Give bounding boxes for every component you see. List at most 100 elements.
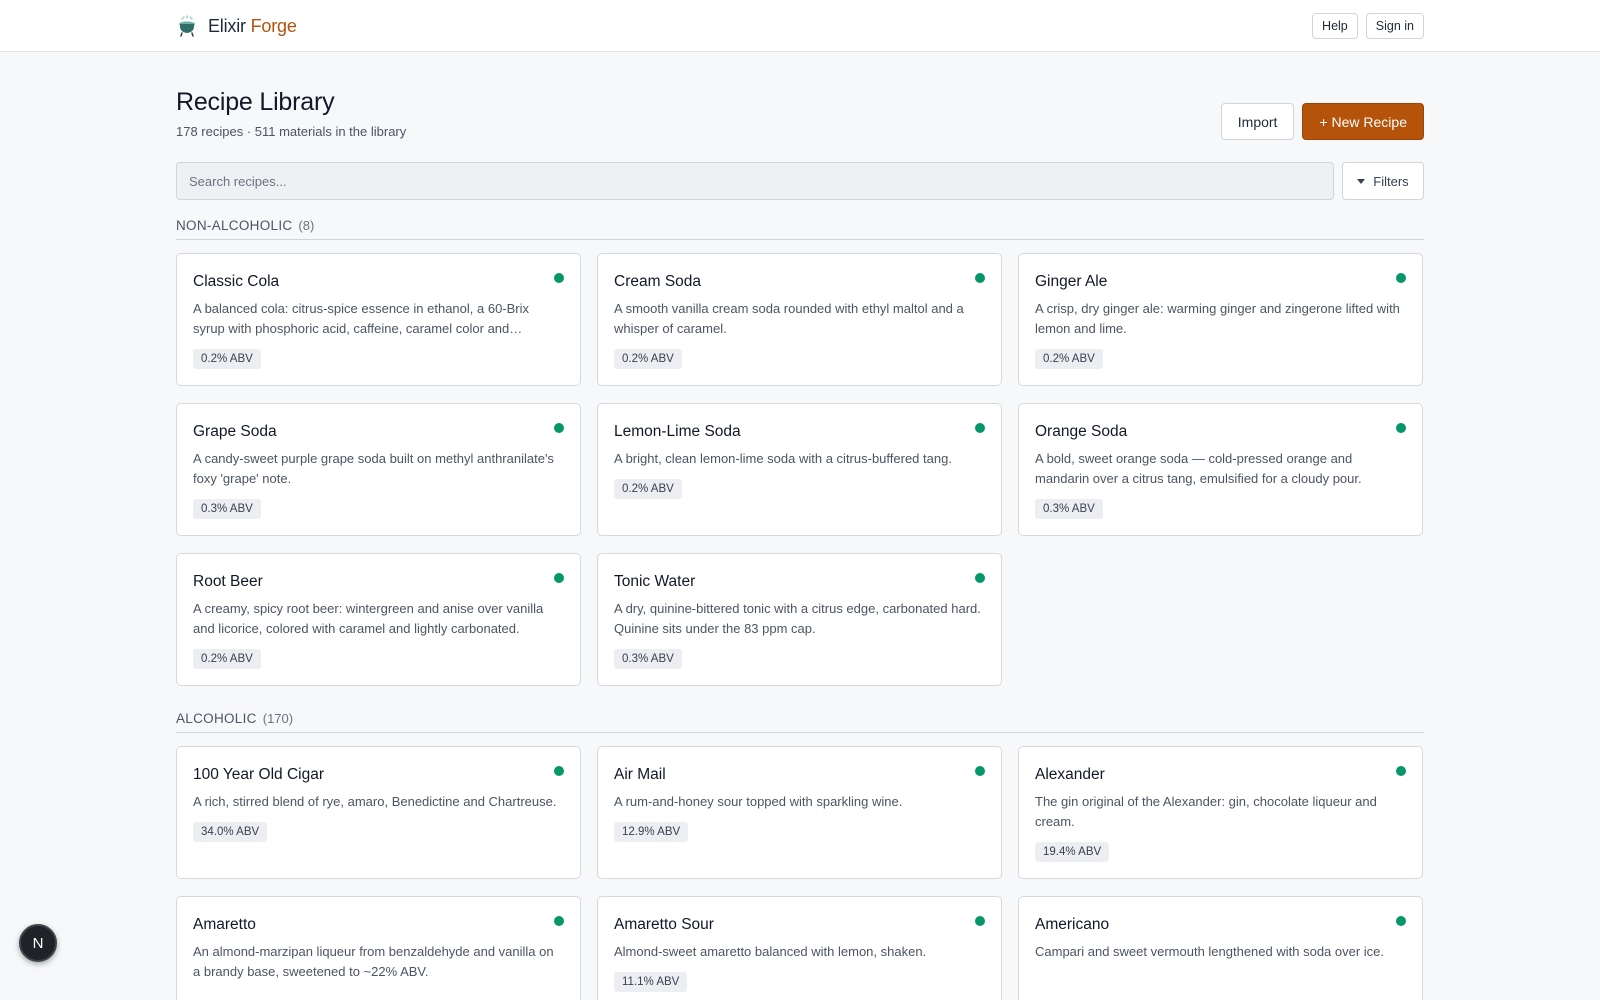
abv-badge: 0.2% ABV: [1035, 349, 1103, 369]
recipe-grid: 100 Year Old Cigar A rich, stirred blend …: [176, 746, 1424, 1000]
recipe-description: An almond-marzipan liqueur from benzalde…: [193, 944, 554, 979]
header-actions: Import + New Recipe: [1220, 103, 1424, 140]
page-subtitle: 178 recipes · 511 materials in the libra…: [176, 124, 407, 139]
recipe-card[interactable]: Americano Campari and sweet vermouth leng…: [1018, 896, 1423, 1000]
recipe-name: Classic Cola: [193, 273, 280, 290]
abv-badge: 0.2% ABV: [193, 349, 261, 369]
recipe-description: A smooth vanilla cream soda rounded with…: [614, 301, 964, 336]
brand-name-primary: Elixir: [208, 15, 246, 36]
recipe-card[interactable]: Air Mail A rum-and-honey sour topped with…: [597, 746, 1002, 879]
abv-badge: 19.4% ABV: [1035, 842, 1110, 862]
status-dot-icon: [975, 766, 985, 776]
recipe-name: Orange Soda: [1035, 423, 1128, 440]
status-dot-icon: [975, 423, 985, 433]
recipe-name: Tonic Water: [614, 573, 696, 590]
main-content: Recipe Library 178 recipes · 511 materia…: [176, 52, 1424, 1000]
section-alcoholic: ALCOHOLIC (170) 100 Year Old Cigar A rich…: [176, 711, 1424, 1000]
import-button[interactable]: Import: [1220, 103, 1295, 140]
recipe-name: Americano: [1035, 916, 1110, 933]
recipe-description: A crisp, dry ginger ale: warming ginger …: [1035, 301, 1400, 336]
recipe-description: A creamy, spicy root beer: wintergreen a…: [193, 601, 544, 636]
status-dot-icon: [975, 573, 985, 583]
recipe-name: 100 Year Old Cigar: [193, 766, 324, 783]
recipe-description: A balanced cola: citrus-spice essence in…: [193, 301, 530, 336]
recipe-name: Cream Soda: [614, 273, 702, 290]
status-dot-icon: [975, 916, 985, 926]
recipe-name: Alexander: [1035, 766, 1105, 783]
section-non-alcoholic: NON-ALCOHOLIC (8) Classic Cola A balanced…: [176, 218, 1424, 686]
recipe-grid: Classic Cola A balanced cola: citrus-spic…: [176, 253, 1424, 686]
recipe-card[interactable]: Amaretto Sour Almond-sweet amaretto balan…: [597, 896, 1002, 1000]
recipe-description: A dry, quinine-bittered tonic with a cit…: [614, 601, 981, 636]
search-input[interactable]: [176, 162, 1334, 200]
abv-badge: 11.1% ABV: [614, 972, 688, 992]
status-dot-icon: [1396, 916, 1406, 926]
status-dot-icon: [554, 573, 564, 583]
filters-button[interactable]: Filters: [1342, 162, 1424, 200]
recipe-card[interactable]: 100 Year Old Cigar A rich, stirred blend …: [176, 746, 581, 879]
recipe-description: A rich, stirred blend of rye, amaro, Ben…: [193, 794, 557, 809]
new-recipe-button[interactable]: + New Recipe: [1302, 103, 1424, 140]
abv-badge: 34.0% ABV: [193, 822, 268, 842]
recipe-name: Amaretto: [193, 916, 256, 933]
help-button[interactable]: Help: [1312, 13, 1358, 39]
recipe-card[interactable]: Root Beer A creamy, spicy root beer: wint…: [176, 553, 581, 686]
top-actions: Help Sign in: [1312, 13, 1424, 39]
page-title: Recipe Library: [176, 88, 335, 116]
brand-name-accent: Forge: [250, 15, 297, 36]
recipe-description: The gin original of the Alexander: gin, …: [1035, 794, 1377, 829]
abv-badge: 0.3% ABV: [193, 499, 261, 519]
brand[interactable]: Elixir Forge: [176, 15, 297, 37]
abv-badge: 0.3% ABV: [614, 649, 682, 669]
abv-badge: 12.9% ABV: [614, 822, 689, 842]
recipe-description: A candy-sweet purple grape soda built on…: [193, 451, 554, 486]
recipe-name: Amaretto Sour: [614, 916, 714, 933]
recipe-card[interactable]: Orange Soda A bold, sweet orange soda — c…: [1018, 403, 1423, 536]
filters-label: Filters: [1373, 173, 1409, 189]
recipe-description: Campari and sweet vermouth lengthened wi…: [1035, 944, 1385, 959]
section-count: (8): [298, 218, 315, 233]
section-title: NON-ALCOHOLIC: [176, 218, 293, 233]
recipe-card[interactable]: Amaretto An almond-marzipan liqueur from …: [176, 896, 581, 1000]
abv-badge: 0.2% ABV: [193, 649, 261, 669]
recipe-name: Grape Soda: [193, 423, 277, 440]
status-dot-icon: [1396, 423, 1406, 433]
section-count: (170): [262, 711, 294, 726]
recipe-card[interactable]: Tonic Water A dry, quinine-bittered tonic…: [597, 553, 1002, 686]
abv-badge: 0.2% ABV: [614, 349, 682, 369]
status-dot-icon: [554, 423, 564, 433]
section-title: ALCOHOLIC: [176, 711, 257, 726]
status-dot-icon: [554, 916, 564, 926]
recipe-description: A rum-and-honey sour topped with sparkli…: [614, 794, 903, 809]
recipe-card[interactable]: Ginger Ale A crisp, dry ginger ale: warmi…: [1018, 253, 1423, 386]
recipe-name: Lemon-Lime Soda: [614, 423, 741, 440]
recipe-card[interactable]: Grape Soda A candy-sweet purple grape sod…: [176, 403, 581, 536]
recipe-card[interactable]: Lemon-Lime Soda A bright, clean lemon-lim…: [597, 403, 1002, 536]
recipe-description: A bright, clean lemon-lime soda with a c…: [614, 451, 952, 466]
sign-in-button[interactable]: Sign in: [1365, 13, 1424, 39]
status-dot-icon: [1396, 273, 1406, 283]
recipe-card[interactable]: Alexander The gin original of the Alexand…: [1018, 746, 1423, 879]
brand-name: Elixir Forge: [208, 16, 297, 37]
recipe-description: A bold, sweet orange soda — cold-pressed…: [1035, 451, 1362, 486]
abv-badge: 0.2% ABV: [614, 479, 682, 499]
recipe-name: Air Mail: [614, 766, 666, 783]
status-dot-icon: [554, 766, 564, 776]
page-header: Recipe Library 178 recipes · 511 materia…: [176, 52, 1424, 162]
recipe-card[interactable]: Cream Soda A smooth vanilla cream soda ro…: [597, 253, 1002, 386]
caret-down-icon: [1357, 178, 1366, 184]
top-bar: Elixir Forge Help Sign in: [0, 0, 1600, 52]
status-dot-icon: [975, 273, 985, 283]
recipe-name: Ginger Ale: [1035, 273, 1108, 290]
status-dot-icon: [1396, 766, 1406, 776]
search-row: Filters: [176, 162, 1424, 200]
recipe-description: Almond-sweet amaretto balanced with lemo…: [614, 944, 927, 959]
dev-tools-badge[interactable]: N: [19, 924, 57, 962]
recipe-card[interactable]: Classic Cola A balanced cola: citrus-spic…: [176, 253, 581, 386]
recipe-name: Root Beer: [193, 573, 263, 590]
abv-badge: 0.3% ABV: [1035, 499, 1103, 519]
status-dot-icon: [554, 273, 564, 283]
section-header: NON-ALCOHOLIC (8): [176, 218, 1424, 240]
section-header: ALCOHOLIC (170): [176, 711, 1424, 733]
cauldron-logo-icon: [179, 15, 195, 37]
